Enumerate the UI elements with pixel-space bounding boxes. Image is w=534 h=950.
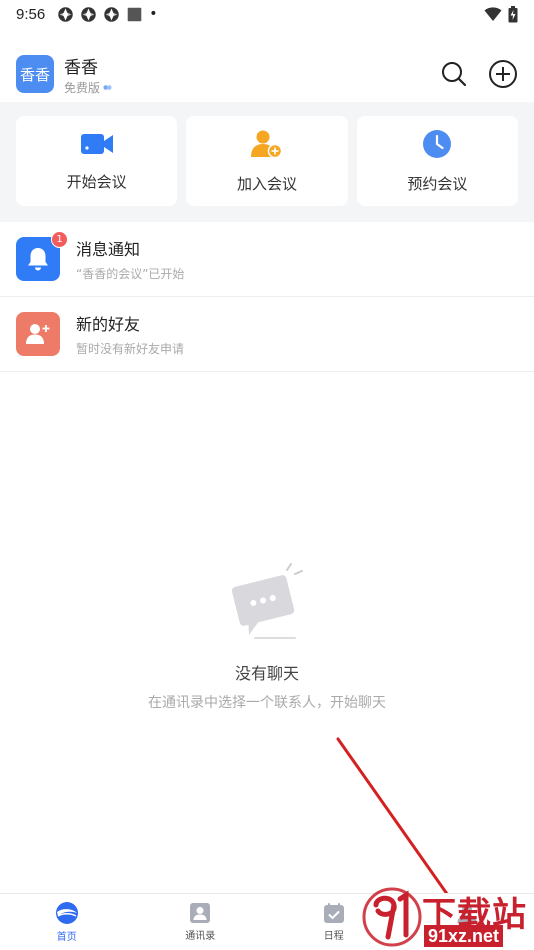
add-person-icon [250, 130, 283, 158]
home-logo-icon [55, 902, 78, 924]
plan-label: 免费版 [64, 80, 101, 95]
contacts-icon [190, 903, 211, 923]
more-notifications-dot: • [149, 6, 158, 22]
calendar-icon [323, 903, 344, 923]
start-meeting-label: 开始会议 [66, 172, 127, 191]
user-info[interactable]: 香香 免费版 [64, 53, 112, 96]
notification-icons: • [57, 6, 157, 23]
app-notification-icon [104, 6, 119, 22]
unread-badge: 1 [51, 231, 68, 248]
add-friend-icon [26, 324, 50, 344]
list-item-text: 新的好友 暂时没有新好友申请 [76, 311, 184, 357]
home-header: 香香 香香 免费版 [0, 46, 534, 102]
join-meeting-label: 加入会议 [236, 174, 297, 193]
bell-icon [28, 248, 48, 271]
header-actions [440, 59, 518, 89]
video-camera-icon [80, 133, 113, 154]
battery-icon [508, 5, 518, 22]
list-item-new-friends[interactable]: 新的好友 暂时没有新好友申请 [0, 297, 534, 372]
list-item-subtitle: 暂时没有新好友申请 [76, 342, 185, 356]
avatar[interactable]: 香香 [16, 55, 54, 93]
tab-contacts[interactable]: 通讯录 [134, 894, 268, 950]
join-meeting-button[interactable]: 加入会议 [186, 116, 348, 206]
empty-subtitle: 在通讯录中选择一个联系人，开始聊天 [148, 695, 386, 711]
list-item-title: 新的好友 [76, 315, 141, 334]
user-plan: 免费版 [64, 79, 112, 96]
conversation-list: 1 消息通知 “香香的会议”已开始 新的好友 暂时没有新好友申请 [0, 222, 534, 372]
empty-chat-icon [231, 563, 303, 639]
system-status-icons [484, 5, 518, 23]
empty-title: 没有聊天 [234, 664, 299, 683]
app-notification-icon [81, 6, 96, 22]
search-icon[interactable] [440, 60, 468, 88]
tab-schedule-label: 日程 [323, 931, 344, 942]
quick-actions: 开始会议 加入会议 预约会议 [0, 102, 534, 222]
site-watermark: 下载站 91xz.net [362, 885, 534, 950]
list-item-notifications[interactable]: 1 消息通知 “香香的会议”已开始 [0, 222, 534, 297]
status-bar: 9:56 • [0, 0, 534, 28]
app-notification-icon [58, 6, 73, 22]
schedule-meeting-label: 预约会议 [407, 174, 468, 193]
list-item-subtitle: “香香的会议”已开始 [76, 267, 185, 281]
wifi-icon [484, 7, 502, 21]
user-name: 香香 [64, 57, 98, 78]
new-friend-avatar [16, 312, 60, 356]
schedule-meeting-button[interactable]: 预约会议 [356, 116, 518, 206]
tab-home[interactable]: 首页 [0, 894, 134, 950]
notification-avatar: 1 [16, 231, 68, 281]
tab-home-label: 首页 [56, 932, 77, 943]
tab-contacts-label: 通讯录 [185, 931, 216, 942]
list-item-text: 消息通知 “香香的会议”已开始 [76, 236, 184, 282]
plan-info-icon [103, 84, 112, 90]
watermark-url: 91xz.net [424, 925, 504, 947]
square-notification-icon [127, 7, 142, 21]
list-item-title: 消息通知 [76, 240, 141, 259]
watermark-logo-icon [362, 887, 422, 947]
clock-icon [423, 129, 452, 158]
add-icon[interactable] [488, 59, 518, 89]
empty-chat-state: 没有聊天 在通讯录中选择一个联系人，开始聊天 [0, 560, 534, 712]
start-meeting-button[interactable]: 开始会议 [16, 116, 178, 206]
status-time: 9:56 [16, 5, 46, 23]
